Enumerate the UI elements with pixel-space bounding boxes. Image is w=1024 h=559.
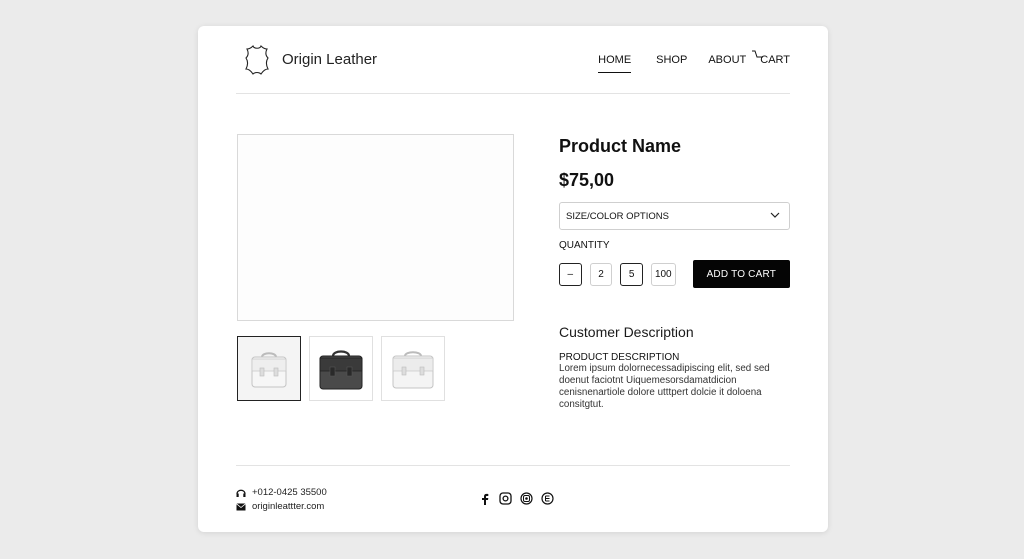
size-color-select[interactable]: SIZE/COLOR OPTIONS [559, 202, 790, 230]
nav-home[interactable]: HOME [598, 54, 632, 73]
site-header: Origin Leather HOME SHOP ABOUT CART [236, 44, 790, 94]
quantity-option-2[interactable]: 2 [589, 262, 613, 286]
thumbnail-dark-bag[interactable] [309, 336, 373, 401]
contact-phone[interactable]: +012-0425 35500 [236, 486, 327, 499]
nav-cart-label: CART [760, 54, 790, 66]
add-to-cart-button[interactable]: ADD TO CART [692, 260, 790, 288]
leather-hide-icon[interactable] [244, 44, 270, 76]
quantity-option-5[interactable]: 5 [620, 262, 643, 286]
main-nav: HOME SHOP ABOUT CART [598, 50, 790, 73]
bag-icon [392, 350, 434, 388]
envelope-icon [236, 502, 246, 510]
nav-about[interactable]: ABOUT [708, 54, 746, 73]
thumbnail-strip [237, 336, 445, 401]
brand-name[interactable]: Origin Leather [282, 51, 377, 68]
thumbnail-white-bag[interactable] [381, 336, 445, 401]
thumbnail-white-bag[interactable] [237, 336, 301, 401]
phone-number: +012-0425 35500 [252, 487, 327, 498]
product-main-image[interactable] [237, 134, 514, 321]
select-value: SIZE/COLOR OPTIONS [566, 211, 669, 222]
product-description-text: Lorem ipsum dolornecessadipiscing elit, … [559, 363, 770, 410]
product-price: $75,00 [559, 170, 615, 190]
quantity-option-100[interactable]: 100 [650, 262, 676, 286]
pinterest-icon[interactable] [541, 492, 554, 505]
footer-contact: +012-0425 35500 originleattter.com [236, 486, 327, 514]
headset-icon [236, 489, 246, 497]
nav-cart[interactable]: CART [752, 50, 790, 73]
quantity-decrement-button[interactable]: – [559, 262, 582, 286]
product-info: Product Name $75,00 SIZE/COLOR OPTIONS Q… [559, 136, 790, 288]
social-links [478, 492, 554, 505]
instagram-icon[interactable] [499, 492, 512, 505]
camera-icon[interactable] [520, 492, 533, 505]
bag-icon [319, 349, 363, 389]
nav-shop[interactable]: SHOP [656, 54, 687, 73]
quantity-selector: – 2 5 100 ADD TO CART [559, 260, 790, 288]
cart-icon [752, 50, 764, 58]
footer-divider [236, 465, 790, 466]
chevron-down-icon [770, 212, 780, 218]
quantity-label: QUANTITY [559, 240, 610, 251]
product-card: Origin Leather HOME SHOP ABOUT CART Prod… [198, 26, 828, 532]
email-address: originleattter.com [252, 501, 325, 512]
contact-email[interactable]: originleattter.com [236, 500, 327, 513]
product-name: Product Name [559, 136, 682, 156]
bag-icon [251, 351, 287, 387]
facebook-icon[interactable] [478, 492, 491, 505]
customer-description-title: Customer Description [559, 324, 694, 340]
product-description-heading: PRODUCT DESCRIPTION [559, 352, 680, 363]
